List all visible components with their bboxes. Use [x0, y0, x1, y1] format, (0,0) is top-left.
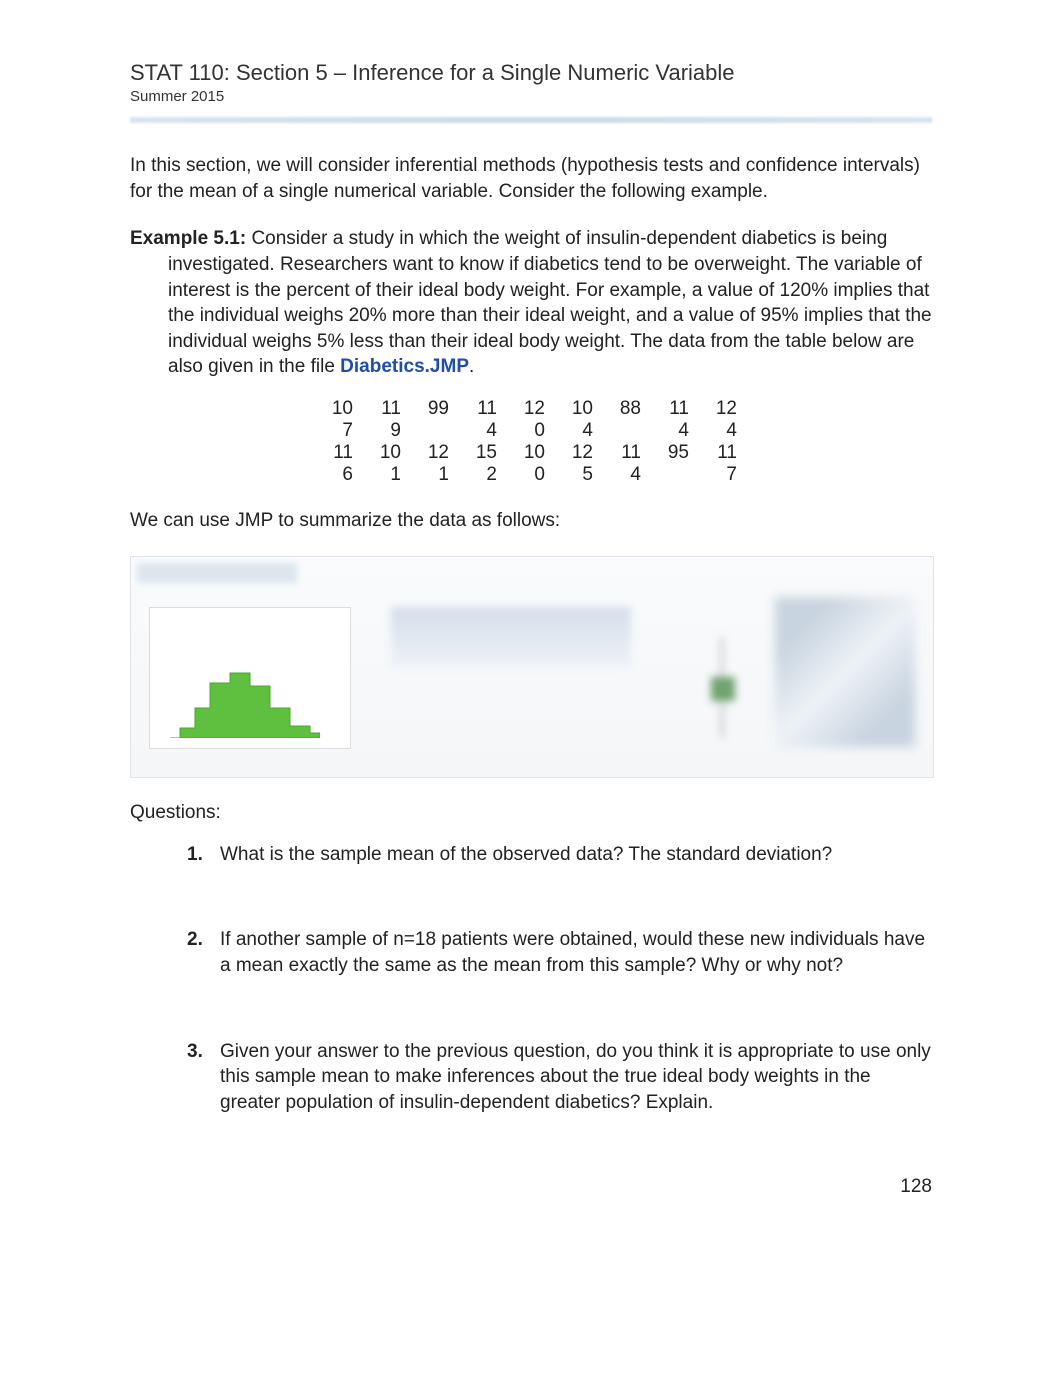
- questions-heading: Questions:: [130, 802, 932, 824]
- data-cell: 11: [699, 442, 747, 464]
- jmp-output-figure: [130, 556, 934, 778]
- jmp-blur-boxplot: [671, 617, 771, 737]
- data-cell: 12: [411, 442, 459, 464]
- data-cell: 1: [411, 464, 459, 486]
- question-number: 1.: [187, 842, 203, 868]
- data-cell: 1: [363, 464, 411, 486]
- jmp-blur-moments: [775, 597, 915, 747]
- table-row: 11 10 12 15 10 12 11 95 11: [315, 442, 747, 464]
- data-cell: 10: [555, 398, 603, 420]
- question-text: If another sample of n=18 patients were …: [220, 929, 925, 976]
- list-item: 3. Given your answer to the previous que…: [192, 1039, 932, 1116]
- data-cell: 4: [459, 420, 507, 442]
- example-label: Example 5.1:: [130, 228, 246, 249]
- data-cell: 15: [459, 442, 507, 464]
- file-link: Diabetics.JMP: [340, 356, 469, 377]
- example-body-pre: Consider a study in which the weight of …: [168, 228, 932, 377]
- list-item: 1. What is the sample mean of the observ…: [192, 842, 932, 868]
- page-subtitle: Summer 2015: [130, 88, 932, 105]
- question-list: 1. What is the sample mean of the observ…: [130, 842, 932, 1116]
- data-cell: 0: [507, 464, 555, 486]
- data-cell: 10: [507, 442, 555, 464]
- data-cell: 95: [651, 442, 699, 464]
- data-cell: 5: [555, 464, 603, 486]
- jmp-blur-quantiles: [391, 607, 631, 667]
- data-cell: 7: [699, 464, 747, 486]
- header-rule: [130, 117, 932, 123]
- data-cell: 9: [363, 420, 411, 442]
- data-cell: 12: [555, 442, 603, 464]
- data-cell: 99: [411, 398, 459, 420]
- data-cell: 11: [651, 398, 699, 420]
- data-cell: 10: [315, 398, 363, 420]
- question-text: Given your answer to the previous questi…: [220, 1041, 931, 1113]
- example-paragraph: Example 5.1: Consider a study in which t…: [130, 226, 932, 380]
- data-cell: [411, 420, 459, 442]
- data-cell: 4: [555, 420, 603, 442]
- histogram-icon: [170, 668, 320, 738]
- data-cell: [603, 420, 651, 442]
- data-cell: 0: [507, 420, 555, 442]
- data-cell: 7: [315, 420, 363, 442]
- page-number: 128: [130, 1176, 932, 1198]
- data-cell: 4: [603, 464, 651, 486]
- intro-paragraph: In this section, we will consider infere…: [130, 153, 932, 204]
- data-cell: 2: [459, 464, 507, 486]
- data-cell: 12: [507, 398, 555, 420]
- jmp-blur-header: [137, 563, 297, 583]
- question-number: 3.: [187, 1039, 203, 1065]
- data-cell: 11: [603, 442, 651, 464]
- data-cell: 4: [699, 420, 747, 442]
- data-cell: 11: [363, 398, 411, 420]
- data-cell: [651, 464, 699, 486]
- data-cell: 11: [459, 398, 507, 420]
- data-cell: 88: [603, 398, 651, 420]
- list-item: 2. If another sample of n=18 patients we…: [192, 927, 932, 978]
- question-text: What is the sample mean of the observed …: [220, 844, 832, 865]
- jmp-caption: We can use JMP to summarize the data as …: [130, 508, 932, 534]
- data-cell: 6: [315, 464, 363, 486]
- data-table: 10 11 99 11 12 10 88 11 12 7 9 4 0 4 4 4…: [315, 398, 747, 486]
- table-row: 6 1 1 2 0 5 4 7: [315, 464, 747, 486]
- example-body-post: .: [469, 356, 474, 377]
- data-cell: 4: [651, 420, 699, 442]
- table-row: 7 9 4 0 4 4 4: [315, 420, 747, 442]
- jmp-blur-histogram-panel: [149, 607, 351, 749]
- data-cell: 11: [315, 442, 363, 464]
- question-number: 2.: [187, 927, 203, 953]
- table-row: 10 11 99 11 12 10 88 11 12: [315, 398, 747, 420]
- data-cell: 10: [363, 442, 411, 464]
- data-cell: 12: [699, 398, 747, 420]
- page-title: STAT 110: Section 5 – Inference for a Si…: [130, 60, 932, 86]
